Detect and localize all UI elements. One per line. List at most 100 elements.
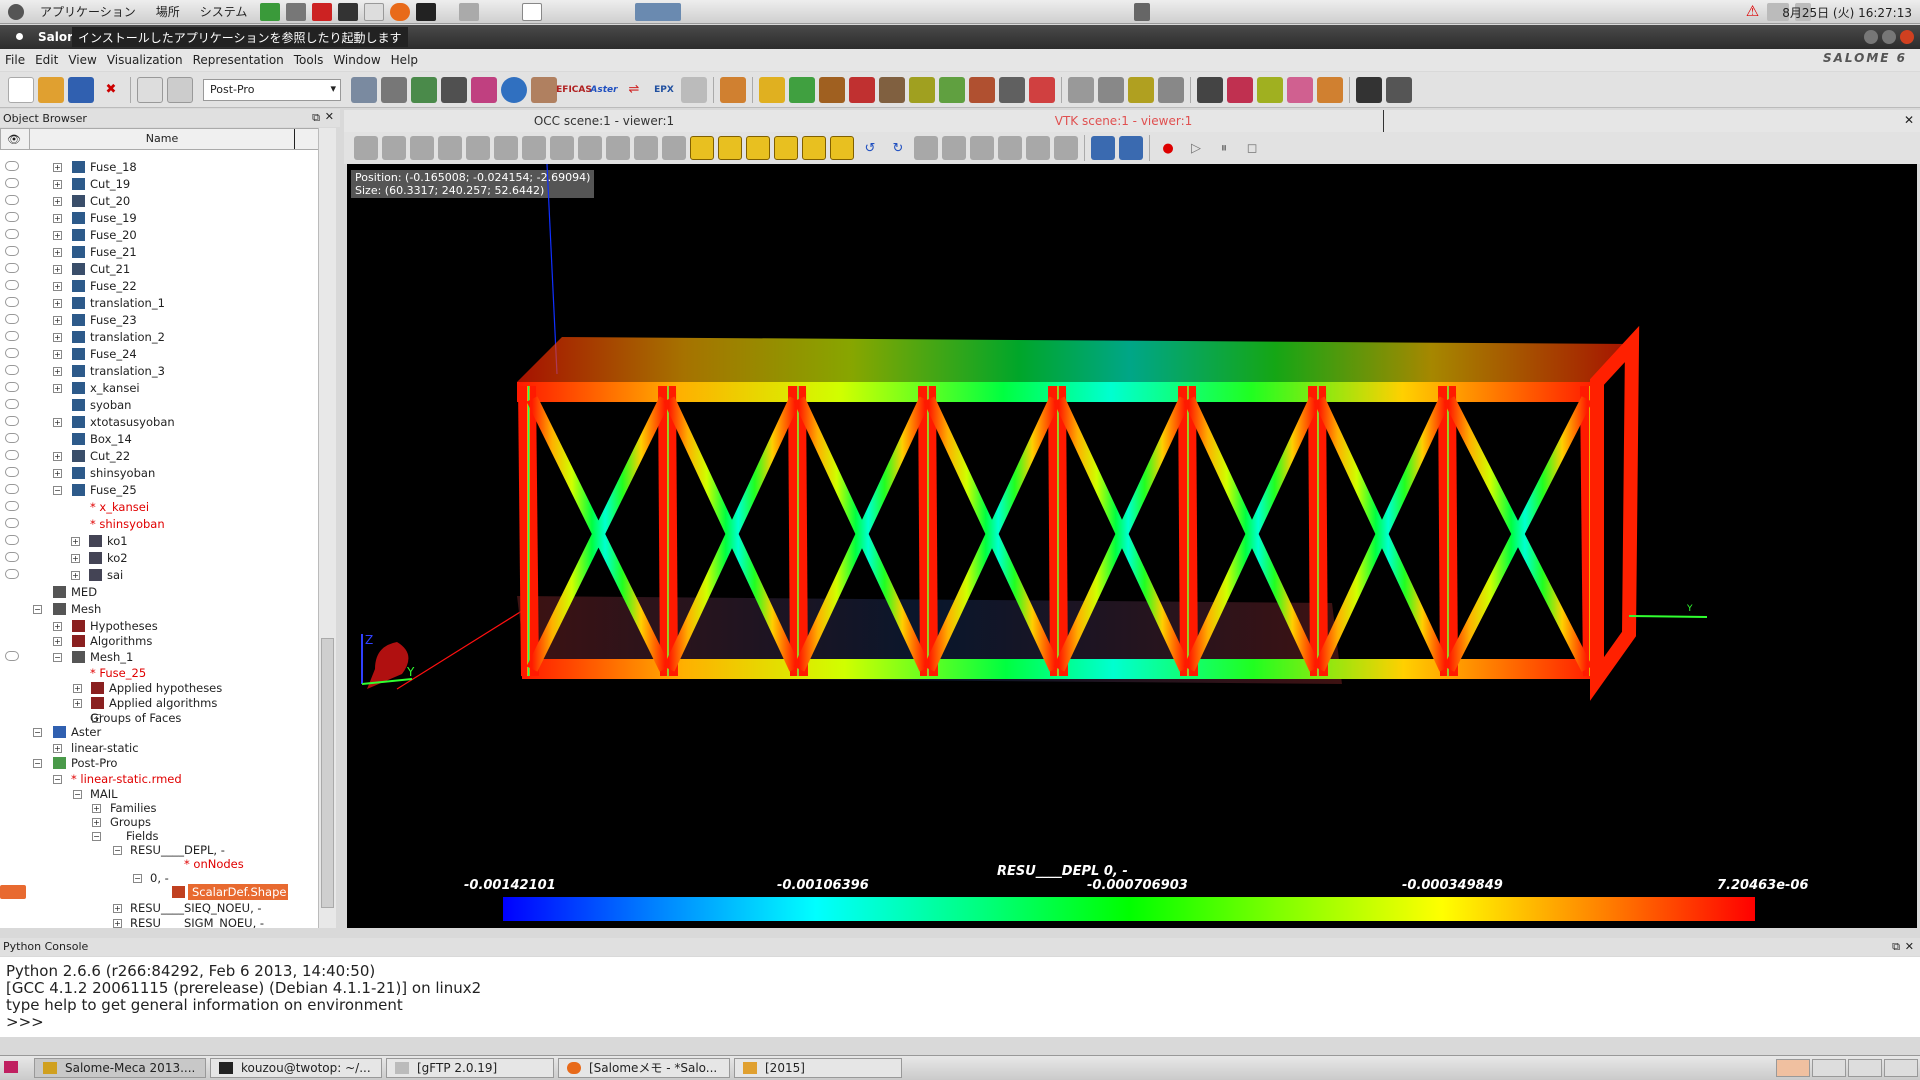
tree-row[interactable]: + xtotasusyoban (0, 414, 318, 430)
tree-row[interactable]: + Cut_21 (0, 261, 318, 277)
module-selector[interactable]: Post-Pro (203, 78, 341, 101)
tree-row[interactable]: syoban (0, 397, 318, 413)
task-salome[interactable]: Salome-Meca 2013.... (34, 1058, 206, 1078)
volume-icon[interactable] (1134, 2, 1151, 21)
gauss-points-icon[interactable] (999, 76, 1025, 103)
tree-row[interactable]: + Applied algorithms (0, 695, 318, 711)
collapse-icon[interactable]: − (53, 775, 62, 784)
view-parameters-icon[interactable] (1054, 136, 1078, 160)
expand-icon[interactable]: + (53, 333, 62, 342)
task-gftp[interactable]: [gFTP 2.0.19] (386, 1058, 554, 1078)
tree-row[interactable]: − * linear-static.rmed (0, 771, 318, 787)
tree-row[interactable]: + Fuse_22 (0, 278, 318, 294)
document-module-icon[interactable] (681, 76, 707, 103)
clockwise-icon[interactable]: ↻ (886, 136, 910, 160)
visibility-eye-icon[interactable] (5, 399, 19, 409)
expand-icon[interactable]: + (53, 180, 62, 189)
back-view-icon[interactable] (718, 136, 742, 160)
expand-icon[interactable]: + (53, 197, 62, 206)
selection-cursor-icon[interactable] (1098, 76, 1124, 103)
visibility-eye-icon[interactable] (5, 178, 19, 188)
float-panel-icon[interactable]: ⧉ (312, 111, 320, 125)
tree-row[interactable]: + Algorithms (0, 633, 318, 649)
clock[interactable]: 8月25日 (火) 16:27:13 (1782, 4, 1912, 21)
expand-icon[interactable]: + (53, 622, 62, 631)
menu-places[interactable]: 場所 (146, 3, 190, 20)
tree-row[interactable]: + Fuse_24 (0, 346, 318, 362)
expand-icon[interactable]: + (53, 265, 62, 274)
dump-view-icon[interactable] (354, 136, 378, 160)
yacs-module-icon[interactable] (441, 76, 467, 103)
tree-row[interactable]: + Applied hypotheses (0, 680, 318, 696)
collapse-icon[interactable]: − (53, 486, 62, 495)
graduated-axes-2-icon[interactable] (998, 136, 1022, 160)
tree-row[interactable]: * x_kansei (0, 499, 318, 515)
globe-module-icon[interactable] (501, 76, 527, 103)
update-rate-icon[interactable] (942, 136, 966, 160)
tree-row[interactable]: + RESU____SIEQ_NOEU, - (0, 900, 318, 916)
collapse-icon[interactable]: − (73, 790, 82, 799)
right-view-icon[interactable] (830, 136, 854, 160)
tree-row[interactable]: + Fuse_20 (0, 227, 318, 243)
sweep-icon[interactable] (1287, 76, 1313, 103)
visibility-column-icon[interactable]: 👁 (3, 131, 25, 149)
expand-icon[interactable]: + (53, 367, 62, 376)
visibility-eye-icon[interactable] (5, 382, 19, 392)
cut-planes-icon[interactable] (879, 76, 905, 103)
expand-icon[interactable]: + (53, 231, 62, 240)
graduated-axes-icon[interactable] (466, 136, 490, 160)
tree-row[interactable]: + Fuse_21 (0, 244, 318, 260)
visibility-eye-icon[interactable] (5, 314, 19, 324)
geometry-module-icon[interactable] (351, 76, 377, 103)
expand-icon[interactable]: + (53, 248, 62, 257)
play-icon[interactable]: ▷ (1184, 136, 1208, 160)
visibility-eye-icon[interactable] (5, 651, 19, 661)
tab-occ-viewer[interactable]: OCC scene:1 - viewer:1 (344, 110, 864, 132)
tree-row[interactable]: + Hypotheses (0, 618, 318, 634)
scrollbar-thumb[interactable] (321, 638, 334, 908)
menu-file[interactable]: File (0, 53, 30, 67)
anticlockwise-icon[interactable]: ↺ (858, 136, 882, 160)
expand-icon[interactable]: + (53, 214, 62, 223)
vectors-icon[interactable] (819, 76, 845, 103)
scale-icon[interactable] (970, 136, 994, 160)
tree-row[interactable]: + linear-static (0, 740, 318, 756)
task-folder[interactable]: [2015] (734, 1058, 902, 1078)
visibility-eye-icon[interactable] (5, 535, 19, 545)
visibility-eye-icon[interactable] (5, 280, 19, 290)
close-panel-icon[interactable]: ✕ (325, 110, 334, 123)
visibility-eye-icon[interactable] (0, 885, 26, 899)
collapse-icon[interactable]: − (113, 846, 122, 855)
copy-icon[interactable] (137, 76, 163, 103)
minimize-button[interactable] (1864, 30, 1878, 44)
task-terminal[interactable]: kouzou@twotop: ~/... (210, 1058, 382, 1078)
tree-row[interactable]: − Post-Pro (0, 755, 318, 771)
menu-tools[interactable]: Tools (289, 53, 329, 67)
rotation-point-icon[interactable] (662, 136, 686, 160)
link-module-icon[interactable]: ⇌ (621, 77, 647, 103)
clipping-icon[interactable] (1227, 76, 1253, 103)
fit-all-icon[interactable] (550, 136, 574, 160)
clone-view-icon[interactable] (1119, 136, 1143, 160)
visibility-eye-icon[interactable] (5, 263, 19, 273)
object-browser-tree[interactable]: + Fuse_18 + Cut_19 + Cut_20 + Fuse_19 + Fuse_20 + F… (0, 150, 318, 928)
menu-edit[interactable]: Edit (30, 53, 63, 67)
menu-help[interactable]: Help (386, 53, 423, 67)
expand-icon[interactable]: + (113, 904, 122, 913)
expand-icon[interactable]: + (71, 554, 80, 563)
firefox-launcher-icon[interactable] (390, 2, 411, 21)
mesh-module-icon[interactable] (381, 76, 407, 103)
workspace-3[interactable] (1848, 1059, 1882, 1077)
visibility-eye-icon[interactable] (5, 297, 19, 307)
tree-row[interactable]: + Fuse_23 (0, 312, 318, 328)
spreadsheet-launcher-icon[interactable] (260, 2, 281, 21)
menu-representation[interactable]: Representation (188, 53, 289, 67)
task-firefox[interactable]: [Salomeメモ - *Salo... (558, 1058, 730, 1078)
tree-row[interactable]: + ko2 (0, 550, 318, 566)
monitor-launcher-icon[interactable] (338, 2, 359, 21)
tree-row[interactable]: + translation_1 (0, 295, 318, 311)
visibility-eye-icon[interactable] (5, 450, 19, 460)
network-launcher-icon[interactable] (459, 2, 480, 21)
stream-lines-icon[interactable] (939, 76, 965, 103)
tree-row[interactable]: − Mesh_1 (0, 649, 318, 665)
